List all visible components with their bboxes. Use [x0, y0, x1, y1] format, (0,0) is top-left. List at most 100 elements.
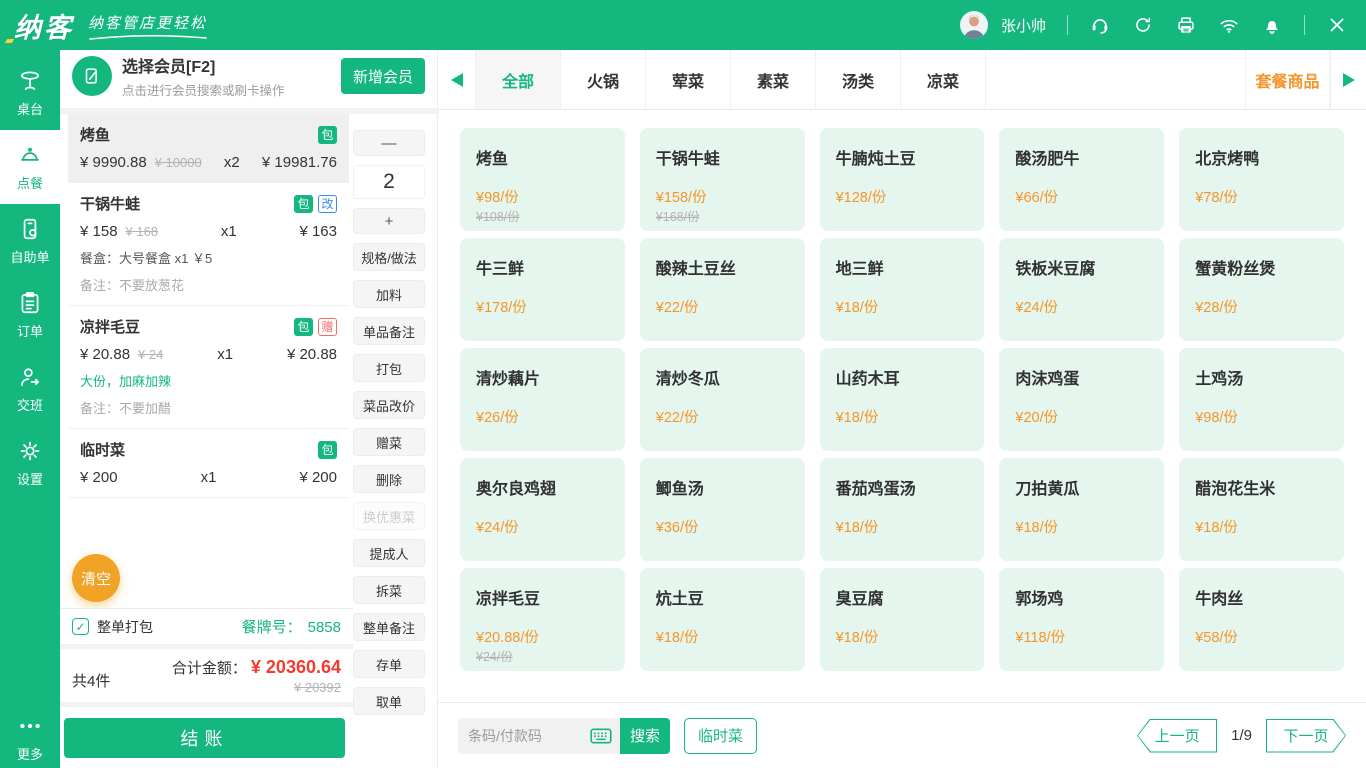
avatar[interactable]	[960, 11, 988, 39]
menu-item-card[interactable]: 牛三鲜 ¥178/份	[460, 238, 625, 341]
sidebar-item-label: 点餐	[17, 173, 43, 192]
order-item[interactable]: 干锅牛蛙 包 改 ¥ 158 ¥ 168 x1 ¥ 163 餐	[68, 183, 349, 306]
menu-item-price: ¥22/份	[656, 406, 699, 427]
sidebar-item-shift[interactable]: 交班	[0, 352, 60, 426]
printer-icon[interactable]	[1175, 14, 1197, 36]
wifi-icon[interactable]	[1218, 14, 1240, 36]
user-name: 张小帅	[1001, 15, 1046, 36]
commission-person-button[interactable]: 提成人	[353, 539, 425, 567]
scroll-left-button[interactable]	[438, 50, 476, 109]
tab-soup[interactable]: 汤类	[816, 50, 901, 109]
menu-item-card[interactable]: 烤鱼 ¥98/份 ¥108/份	[460, 128, 625, 231]
split-dish-button[interactable]: 拆菜	[353, 576, 425, 604]
sidebar-item-more[interactable]: 更多	[0, 708, 60, 768]
order-item-name: 烤鱼	[80, 124, 110, 145]
tab-hotpot[interactable]: 火锅	[561, 50, 646, 109]
menu-item-price: ¥58/份	[1195, 626, 1238, 647]
menu-item-card[interactable]: 炕土豆 ¥18/份	[640, 568, 805, 671]
checkout-button[interactable]: 结账	[64, 718, 345, 758]
bell-icon[interactable]	[1261, 14, 1283, 36]
pack-whole-order-checkbox[interactable]	[72, 618, 89, 635]
save-order-button[interactable]: 存单	[353, 650, 425, 678]
menu-item-name: 清炒冬瓜	[656, 365, 789, 389]
menu-item-card[interactable]: 奥尔良鸡翅 ¥24/份	[460, 458, 625, 561]
order-list: 烤鱼 包 ¥ 9990.88 ¥ 10000 x2 ¥ 19981.76	[60, 114, 353, 608]
menu-item-card[interactable]: 牛腩炖土豆 ¥128/份	[820, 128, 985, 231]
menu-item-card[interactable]: 牛肉丝 ¥58/份	[1179, 568, 1344, 671]
menu-item-card[interactable]: 山药木耳 ¥18/份	[820, 348, 985, 451]
gift-dish-button[interactable]: 赠菜	[353, 428, 425, 456]
keyboard-icon[interactable]	[590, 728, 612, 744]
menu-item-card[interactable]: 地三鲜 ¥18/份	[820, 238, 985, 341]
clear-order-button[interactable]: 清空	[72, 554, 120, 602]
menu-item-card[interactable]: 鲫鱼汤 ¥36/份	[640, 458, 805, 561]
order-item[interactable]: 烤鱼 包 ¥ 9990.88 ¥ 10000 x2 ¥ 19981.76	[68, 114, 349, 183]
order-item-note: 备注：不要加醋	[80, 398, 337, 417]
headset-icon[interactable]	[1089, 14, 1111, 36]
menu-item-card[interactable]: 土鸡汤 ¥98/份	[1179, 348, 1344, 451]
menu-item-card[interactable]: 酸辣土豆丝 ¥22/份	[640, 238, 805, 341]
left-arrow-icon	[451, 73, 463, 87]
order-item-total: ¥ 19981.76	[262, 154, 337, 171]
menu-item-card[interactable]: 铁板米豆腐 ¥24/份	[999, 238, 1164, 341]
close-icon[interactable]	[1326, 14, 1348, 36]
tab-meat[interactable]: 荤菜	[646, 50, 731, 109]
sidebar-item-orders[interactable]: 订单	[0, 278, 60, 352]
menu-item-card[interactable]: 蟹黄粉丝煲 ¥28/份	[1179, 238, 1344, 341]
delete-button[interactable]: 删除	[353, 465, 425, 493]
menu-item-card[interactable]: 清炒冬瓜 ¥22/份	[640, 348, 805, 451]
topbar: 纳客 纳客管店更轻松 张小帅	[0, 0, 1366, 50]
tab-combo[interactable]: 套餐商品	[1245, 50, 1330, 109]
item-action-column: — 2 + 规格/做法 加料 单品备注 打包 菜品改价 赠菜 删除 换优惠菜 提…	[353, 114, 437, 768]
menu-item-card[interactable]: 郭场鸡 ¥118/份	[999, 568, 1164, 671]
sidebar-item-order-dishes[interactable]: 点餐	[0, 130, 60, 204]
order-item-note: 备注：不要放葱花	[80, 275, 337, 294]
menu-item-card[interactable]: 北京烤鸭 ¥78/份	[1179, 128, 1344, 231]
scroll-right-button[interactable]	[1330, 50, 1366, 109]
next-page-button[interactable]: 下一页	[1266, 719, 1346, 753]
menu-item-card[interactable]: 酸汤肥牛 ¥66/份	[999, 128, 1164, 231]
menu-item-card[interactable]: 刀拍黄瓜 ¥18/份	[999, 458, 1164, 561]
member-card-icon[interactable]	[72, 56, 112, 96]
pack-badge: 包	[318, 441, 337, 459]
tab-all[interactable]: 全部	[476, 50, 561, 109]
qty-minus-button[interactable]: —	[353, 130, 425, 156]
tab-vegetable[interactable]: 素菜	[731, 50, 816, 109]
order-item-name: 凉拌毛豆	[80, 316, 140, 337]
menu-item-card[interactable]: 臭豆腐 ¥18/份	[820, 568, 985, 671]
change-price-button[interactable]: 菜品改价	[353, 391, 425, 419]
member-search-area[interactable]: 选择会员[F2] 点击进行会员搜索或刷卡操作	[122, 53, 285, 99]
topbar-divider	[1067, 15, 1068, 35]
menu-item-price: ¥118/份	[1015, 626, 1065, 647]
menu-item-card[interactable]: 凉拌毛豆 ¥20.88/份 ¥24/份	[460, 568, 625, 671]
order-item-spec: 大份，加麻加辣	[80, 371, 337, 390]
pack-button[interactable]: 打包	[353, 354, 425, 382]
order-item[interactable]: 临时菜 包 ¥ 200 x1 ¥ 200	[68, 429, 349, 498]
temp-dish-button[interactable]: 临时菜	[684, 718, 757, 754]
sidebar-item-self-service[interactable]: 自助单	[0, 204, 60, 278]
add-member-button[interactable]: 新增会员	[341, 58, 425, 94]
sidebar-item-settings[interactable]: 设置	[0, 426, 60, 500]
swap-discount-dish-button: 换优惠菜	[353, 502, 425, 530]
order-remark-button[interactable]: 整单备注	[353, 613, 425, 641]
tab-cold-dish[interactable]: 凉菜	[901, 50, 986, 109]
add-ingredient-button[interactable]: 加料	[353, 280, 425, 308]
item-remark-button[interactable]: 单品备注	[353, 317, 425, 345]
retrieve-order-button[interactable]: 取单	[353, 687, 425, 715]
menu-item-price: ¥20.88/份	[476, 626, 539, 647]
modified-badge: 改	[318, 195, 337, 213]
menu-item-card[interactable]: 肉沫鸡蛋 ¥20/份	[999, 348, 1164, 451]
search-button[interactable]: 搜索	[620, 718, 670, 754]
menu-item-card[interactable]: 番茄鸡蛋汤 ¥18/份	[820, 458, 985, 561]
menu-item-card[interactable]: 醋泡花生米 ¥18/份	[1179, 458, 1344, 561]
menu-item-card[interactable]: 清炒藕片 ¥26/份	[460, 348, 625, 451]
tagline-text: 纳客管店更轻松	[88, 12, 208, 33]
order-item[interactable]: 凉拌毛豆 包 赠 ¥ 20.88 ¥ 24 x1 ¥ 20.88	[68, 306, 349, 429]
menu-panel: 全部 火锅 荤菜 素菜 汤类 凉菜 套餐商品 烤鱼 ¥98/份 ¥108/份 干…	[437, 50, 1366, 768]
cloud-sync-icon[interactable]	[1132, 14, 1154, 36]
spec-method-button[interactable]: 规格/做法	[353, 243, 425, 271]
menu-item-card[interactable]: 干锅牛蛙 ¥158/份 ¥168/份	[640, 128, 805, 231]
qty-plus-button[interactable]: +	[353, 208, 425, 234]
prev-page-button[interactable]: 上一页	[1137, 719, 1217, 753]
sidebar-item-tables[interactable]: 桌台	[0, 56, 60, 130]
